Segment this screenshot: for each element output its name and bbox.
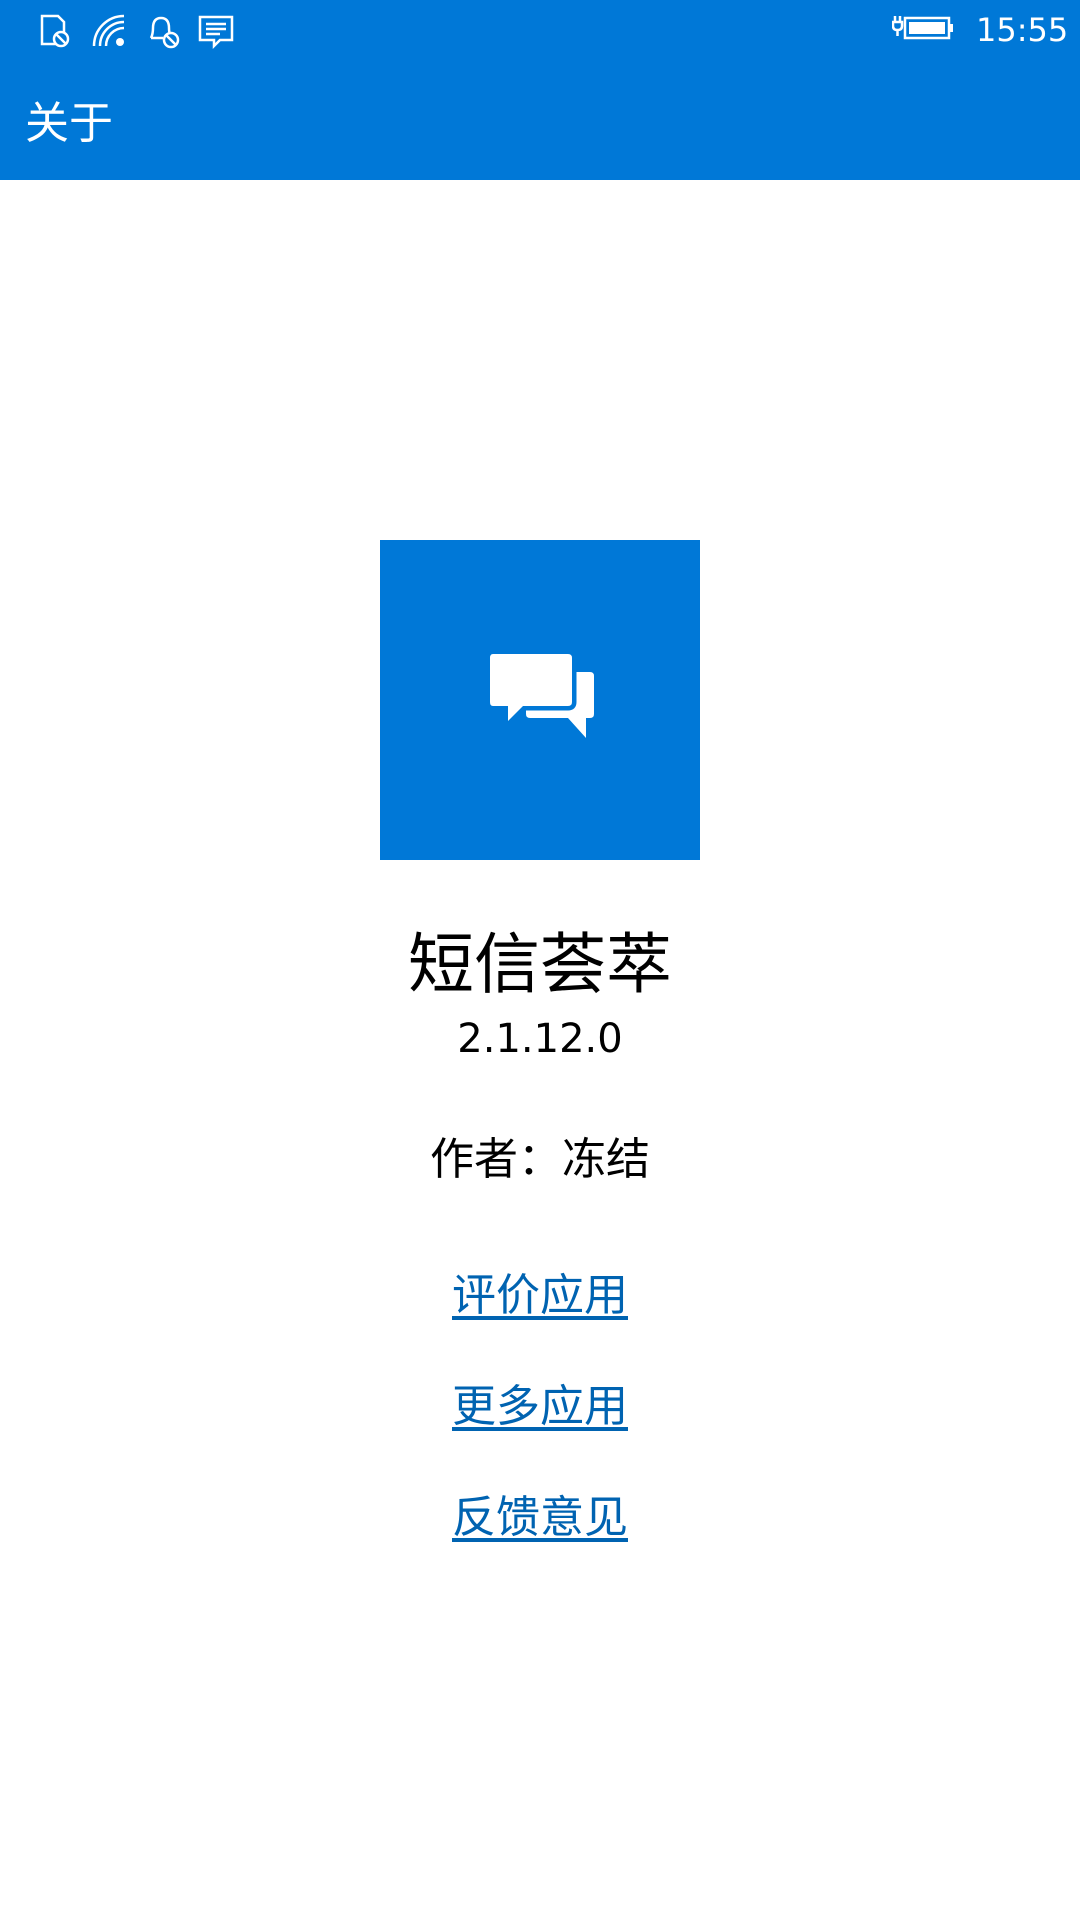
author-label: 作者：冻结	[430, 1134, 650, 1185]
feedback-link-row: 反馈意见	[0, 1490, 1080, 1546]
chat-bubbles-icon	[488, 652, 594, 738]
title-bar: 15:55 关于	[0, 0, 1080, 180]
app-version: 2.1.12.0	[457, 1016, 623, 1062]
rate-app-link-row: 评价应用	[0, 1268, 1080, 1324]
more-apps-link-row: 更多应用	[0, 1379, 1080, 1435]
wifi-icon	[90, 12, 130, 50]
status-bar: 15:55	[0, 0, 1080, 60]
battery-charging-icon	[892, 12, 954, 44]
page-title: 关于	[25, 98, 113, 149]
app-name: 短信荟萃	[408, 926, 672, 1003]
more-apps-link[interactable]: 更多应用	[452, 1381, 628, 1432]
feedback-link[interactable]: 反馈意见	[452, 1492, 628, 1543]
status-clock: 15:55	[976, 11, 1069, 49]
message-icon	[196, 12, 236, 50]
quiet-hours-icon	[143, 12, 183, 50]
app-logo	[380, 540, 700, 860]
rate-app-link[interactable]: 评价应用	[452, 1270, 628, 1321]
no-sim-icon	[36, 12, 76, 50]
